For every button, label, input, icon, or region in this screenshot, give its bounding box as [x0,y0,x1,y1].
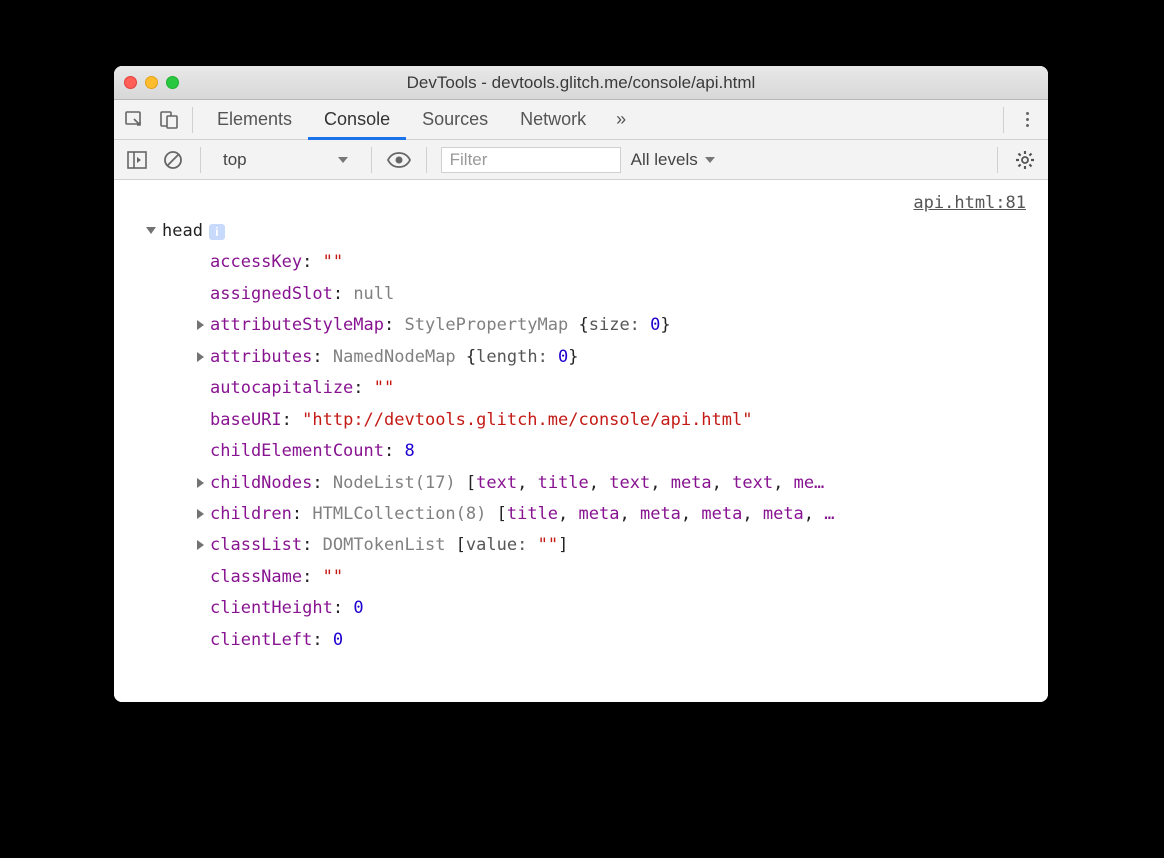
property-key: className [210,567,302,587]
property-type: NamedNodeMap [333,347,466,367]
context-selector[interactable]: top [215,148,357,172]
disclosure-right-icon [197,320,204,330]
property-key: accessKey [210,252,302,272]
property-row[interactable]: attributeStyleMap: StylePropertyMap {siz… [196,310,1038,341]
context-value: top [223,150,247,170]
property-row[interactable]: baseURI: "http://devtools.glitch.me/cons… [196,405,1038,436]
property-value: 8 [404,441,414,461]
property-row[interactable]: accessKey: "" [196,247,1038,278]
close-button[interactable] [124,76,137,89]
clear-console-icon[interactable] [160,147,186,173]
devtools-window: DevTools - devtools.glitch.me/console/ap… [114,66,1048,702]
property-row[interactable]: clientHeight: 0 [196,593,1038,624]
property-row[interactable]: clientLeft: 0 [196,625,1038,656]
chevron-down-icon [337,150,349,170]
info-icon[interactable]: i [209,224,225,240]
source-link[interactable]: api.html:81 [913,188,1026,219]
property-value: "http://devtools.glitch.me/console/api.h… [302,410,752,430]
log-level-selector[interactable]: All levels [631,150,716,170]
property-row[interactable]: classList: DOMTokenList [value: ""] [196,530,1038,561]
property-type: StylePropertyMap [404,315,578,335]
property-key: baseURI [210,410,282,430]
traffic-lights [124,76,179,89]
console-content: api.html:81 head i accessKey: ""assigned… [114,180,1048,702]
property-value: 0 [333,630,343,650]
property-row[interactable]: children: HTMLCollection(8) [title, meta… [196,499,1038,530]
property-key: clientHeight [210,598,333,618]
property-row[interactable]: autocapitalize: "" [196,373,1038,404]
object-name: head [162,216,203,247]
property-key: attributes [210,347,312,367]
eye-icon[interactable] [386,147,412,173]
divider [997,147,998,173]
property-value: "" [374,378,394,398]
property-type: DOMTokenList [323,535,456,555]
divider [200,147,201,173]
more-tabs-button[interactable]: » [606,109,636,130]
property-key: children [210,504,292,524]
property-row[interactable]: assignedSlot: null [196,279,1038,310]
object-properties: accessKey: ""assignedSlot: nullattribute… [146,247,1038,656]
property-row[interactable]: childElementCount: 8 [196,436,1038,467]
filter-input[interactable] [441,147,621,173]
property-row[interactable]: childNodes: NodeList(17) [text, title, t… [196,468,1038,499]
property-key: autocapitalize [210,378,353,398]
object-header[interactable]: head i [146,216,1038,247]
divider [426,147,427,173]
property-type: HTMLCollection(8) [312,504,496,524]
level-value: All levels [631,150,698,170]
property-value: "" [323,567,343,587]
property-row[interactable]: attributes: NamedNodeMap {length: 0} [196,342,1038,373]
property-key: assignedSlot [210,284,333,304]
divider [1003,107,1004,133]
disclosure-right-icon [197,478,204,488]
gear-icon[interactable] [1012,147,1038,173]
tab-elements[interactable]: Elements [201,100,308,140]
logged-object: head i accessKey: ""assignedSlot: nullat… [114,180,1048,656]
minimize-button[interactable] [145,76,158,89]
tab-console[interactable]: Console [308,100,406,140]
device-toggle-icon[interactable] [154,105,184,135]
property-value: null [353,284,394,304]
inspect-icon[interactable] [120,105,150,135]
property-type: NodeList(17) [333,473,466,493]
kebab-menu-icon[interactable] [1012,112,1042,127]
main-tabbar: ElementsConsoleSourcesNetwork » [114,100,1048,140]
divider [192,107,193,133]
property-key: attributeStyleMap [210,315,384,335]
property-key: childNodes [210,473,312,493]
chevron-down-icon [704,155,716,165]
property-key: classList [210,535,302,555]
property-row[interactable]: className: "" [196,562,1038,593]
disclosure-right-icon [197,540,204,550]
disclosure-right-icon [197,509,204,519]
property-key: childElementCount [210,441,384,461]
property-key: clientLeft [210,630,312,650]
console-toolbar: top All levels [114,140,1048,180]
disclosure-right-icon [197,352,204,362]
disclosure-down-icon [146,227,156,234]
divider [371,147,372,173]
window-title: DevTools - devtools.glitch.me/console/ap… [114,73,1048,93]
maximize-button[interactable] [166,76,179,89]
toggle-sidebar-icon[interactable] [124,147,150,173]
tab-sources[interactable]: Sources [406,100,504,140]
property-value: 0 [353,598,363,618]
titlebar: DevTools - devtools.glitch.me/console/ap… [114,66,1048,100]
tab-network[interactable]: Network [504,100,602,140]
property-value: "" [323,252,343,272]
